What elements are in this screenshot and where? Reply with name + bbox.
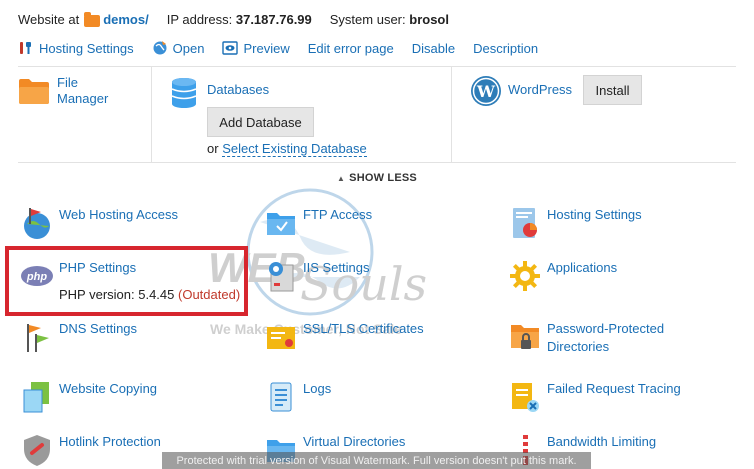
php-settings-highlight <box>5 246 248 316</box>
folder-icon <box>18 77 50 108</box>
file-manager-section[interactable]: File Manager <box>18 67 152 163</box>
install-button[interactable]: Install <box>583 75 642 105</box>
hotlink-protection-label: Hotlink Protection <box>59 434 161 449</box>
applications-label: Applications <box>547 260 618 275</box>
website-label: Website at <box>18 12 80 27</box>
failed-request-tracing-label: Failed Request Tracing <box>547 381 681 396</box>
password-protected-label: Password-Protected Directories <box>547 320 664 356</box>
hosting-settings-action[interactable]: Hosting Settings <box>18 40 134 56</box>
disable-label: Disable <box>411 40 456 56</box>
database-icon <box>170 77 198 112</box>
failed-document-icon <box>508 380 542 414</box>
globe-flag-icon <box>20 206 54 240</box>
ip-value: 37.187.76.99 <box>235 12 312 27</box>
certificate-icon <box>264 320 298 354</box>
disable-action[interactable]: Disable <box>412 41 455 56</box>
dns-flags-icon <box>20 320 54 354</box>
logs-label: Logs <box>303 381 332 396</box>
add-database-button[interactable]: Add Database <box>207 107 314 137</box>
description-label: Description <box>473 40 539 56</box>
wordpress-section: W WordPress Install <box>452 67 736 163</box>
dns-settings-tile[interactable]: DNS Settings <box>20 320 137 354</box>
hotlink-protection-tile[interactable]: Hotlink Protection <box>20 433 161 467</box>
preview-action[interactable]: Preview <box>222 40 290 56</box>
file-manager-label-line1: File <box>57 75 78 90</box>
edit-error-page-action[interactable]: Edit error page <box>308 41 394 56</box>
ip-label: IP address: <box>166 12 233 27</box>
wordpress-link[interactable]: WordPress <box>508 82 572 97</box>
ftp-folder-icon <box>264 206 298 240</box>
bandwidth-limiting-label: Bandwidth Limiting <box>547 434 657 449</box>
or-text: or <box>207 141 219 156</box>
ssl-tls-tile[interactable]: SSL/TLS Certificates <box>264 320 424 354</box>
select-existing-database-link[interactable]: Select Existing Database <box>222 141 367 157</box>
chevron-up-icon: ▲ <box>337 174 346 183</box>
hosting-settings-action-label: Hosting Settings <box>39 40 134 56</box>
password-protected-label-line1: Password-Protected <box>547 321 665 336</box>
web-hosting-access-tile[interactable]: Web Hosting Access <box>20 206 178 240</box>
locked-folder-icon <box>508 320 542 354</box>
databases-link[interactable]: Databases <box>207 82 269 97</box>
eye-icon <box>222 40 239 56</box>
web-hosting-access-label: Web Hosting Access <box>59 207 178 222</box>
preview-action-label: Preview <box>243 40 290 56</box>
copy-pages-icon <box>20 380 54 414</box>
quick-access-panel: File Manager Databases Add Database or S… <box>18 66 736 163</box>
file-manager-label-line2: Manager <box>57 91 109 106</box>
folder-icon <box>84 11 101 27</box>
applications-tile[interactable]: Applications <box>508 259 617 293</box>
website-folder-link[interactable]: demos/ <box>103 12 149 27</box>
ftp-access-label: FTP Access <box>303 207 373 222</box>
globe-icon <box>152 40 168 56</box>
server-gear-icon <box>264 259 298 293</box>
iis-settings-tile[interactable]: IIS Settings <box>264 259 369 293</box>
select-existing-row: or Select Existing Database <box>207 141 367 157</box>
user-value: brosol <box>409 12 449 27</box>
document-chart-icon <box>508 206 542 240</box>
svg-text:W: W <box>476 82 496 101</box>
open-action[interactable]: Open <box>152 40 205 56</box>
edit-error-page-label: Edit error page <box>307 40 394 56</box>
shield-link-icon <box>20 433 54 467</box>
user-label: System user: <box>329 12 406 27</box>
open-action-label: Open <box>172 40 205 56</box>
logs-tile[interactable]: Logs <box>264 380 331 414</box>
ftp-access-tile[interactable]: FTP Access <box>264 206 372 240</box>
hosting-settings-tile[interactable]: Hosting Settings <box>508 206 642 240</box>
hosting-settings-label: Hosting Settings <box>547 207 642 222</box>
log-document-icon <box>264 380 298 414</box>
iis-settings-label: IIS Settings <box>303 260 370 275</box>
databases-section: Databases Add Database or Select Existin… <box>152 67 452 163</box>
dns-settings-label: DNS Settings <box>59 321 138 336</box>
ssl-tls-label: SSL/TLS Certificates <box>303 321 424 336</box>
description-action[interactable]: Description <box>473 41 538 56</box>
file-manager-link[interactable]: File Manager <box>57 75 108 107</box>
trial-watermark-notice: Protected with trial version of Visual W… <box>162 452 591 469</box>
gear-icon <box>508 259 542 293</box>
website-copying-label: Website Copying <box>59 381 158 396</box>
website-copying-tile[interactable]: Website Copying <box>20 380 157 414</box>
virtual-directories-label: Virtual Directories <box>303 434 406 449</box>
website-actions: Hosting Settings Open Preview Edit error… <box>18 40 556 56</box>
wordpress-icon: W <box>470 75 502 110</box>
failed-request-tracing-tile[interactable]: Failed Request Tracing <box>508 380 681 414</box>
password-protected-label-line2: Directories <box>547 339 610 354</box>
show-less-toggle[interactable]: ▲ SHOW LESS <box>18 162 736 184</box>
show-less-label: SHOW LESS <box>349 172 417 184</box>
website-header: Website at demos/ IP address: 37.187.76.… <box>18 11 449 27</box>
wrench-icon <box>18 40 34 56</box>
password-protected-tile[interactable]: Password-Protected Directories <box>508 320 664 356</box>
